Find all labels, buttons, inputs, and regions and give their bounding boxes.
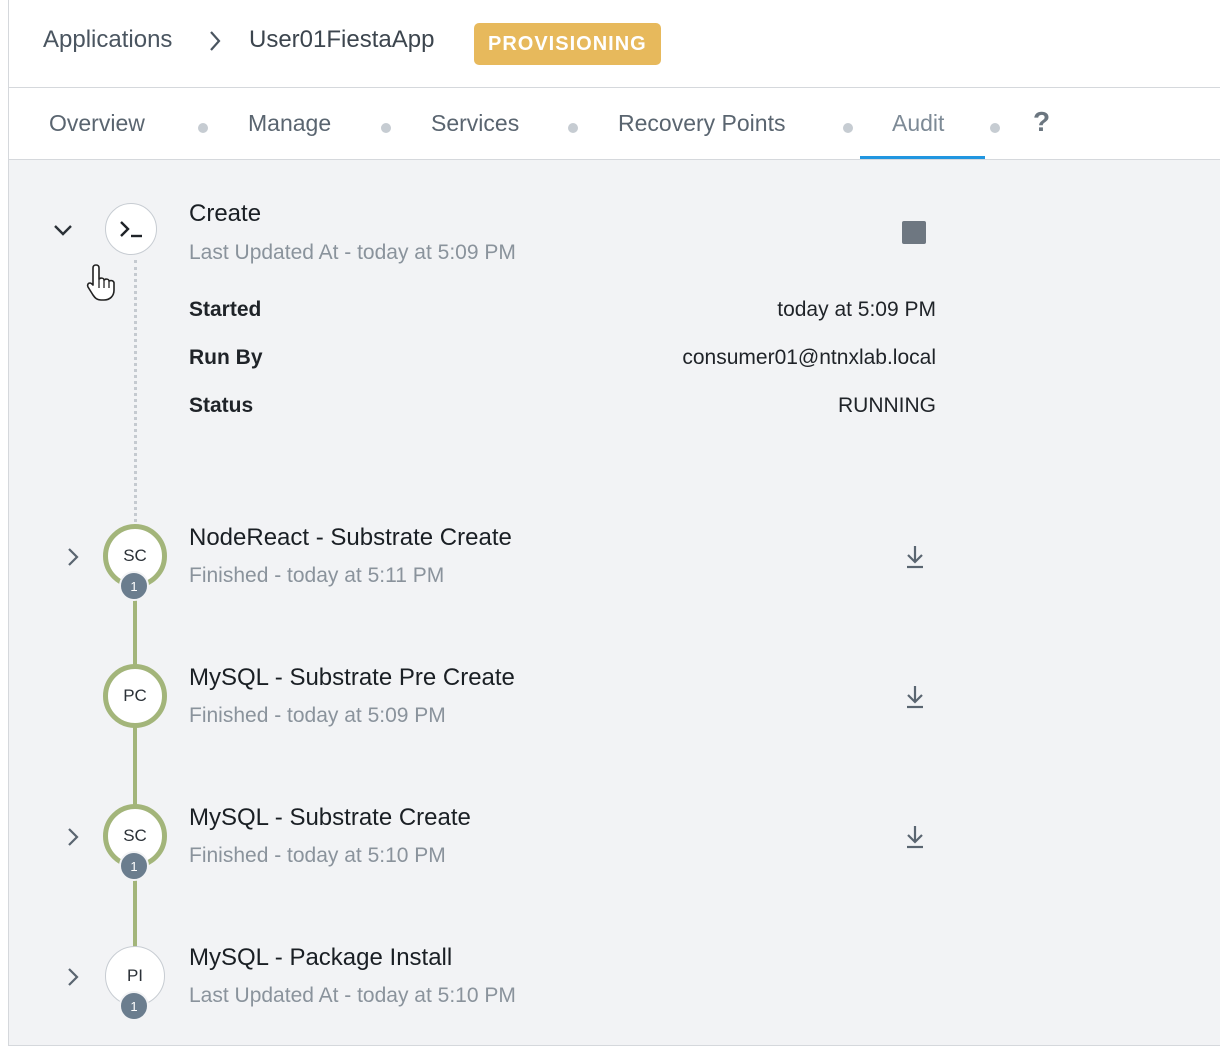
detail-value-status: RUNNING	[838, 394, 936, 417]
active-tab-indicator	[860, 156, 985, 159]
tab-recovery-points[interactable]: Recovery Points	[618, 110, 785, 137]
timeline-connector	[133, 720, 137, 810]
task-title[interactable]: MySQL - Substrate Pre Create	[189, 664, 515, 692]
timeline-connector-dotted	[134, 260, 137, 528]
tab-bar: Overview Manage Services Recovery Points…	[9, 88, 1220, 160]
run-count-badge: 1	[119, 851, 149, 881]
chevron-right-icon[interactable]	[61, 545, 85, 569]
download-icon[interactable]	[904, 544, 926, 570]
tab-separator-dot	[568, 123, 578, 133]
task-code: PC	[123, 686, 147, 705]
tab-separator-dot	[198, 123, 208, 133]
breadcrumb-app-name: User01FiestaApp	[249, 26, 435, 53]
audit-timeline: Create Last Updated At - today at 5:09 P…	[9, 160, 1220, 1045]
download-icon[interactable]	[904, 684, 926, 710]
chevron-right-icon	[210, 31, 221, 51]
run-count-badge: 1	[119, 991, 149, 1021]
tab-audit[interactable]: Audit	[892, 110, 944, 137]
stop-button[interactable]	[902, 221, 926, 244]
task-title[interactable]: NodeReact - Substrate Create	[189, 524, 512, 552]
detail-value-started: today at 5:09 PM	[777, 298, 936, 321]
detail-value-run-by: consumer01@ntnxlab.local	[682, 346, 936, 369]
task-code: SC	[123, 826, 147, 845]
task-title[interactable]: MySQL - Package Install	[189, 944, 452, 972]
detail-label-run-by: Run By	[189, 346, 263, 369]
tab-separator-dot	[990, 123, 1000, 133]
breadcrumb-applications[interactable]: Applications	[43, 26, 172, 54]
detail-label-status: Status	[189, 394, 254, 417]
timeline-connector	[133, 590, 137, 670]
tab-separator-dot	[381, 123, 391, 133]
action-title[interactable]: Create	[189, 200, 261, 228]
chevron-right-icon[interactable]	[61, 965, 85, 989]
tab-services[interactable]: Services	[431, 110, 519, 137]
task-subtitle: Finished - today at 5:10 PM	[189, 844, 446, 867]
header-bar: Applications User01FiestaApp PROVISIONIN…	[9, 0, 1220, 88]
task-subtitle: Finished - today at 5:11 PM	[189, 564, 445, 587]
tab-separator-dot	[843, 123, 853, 133]
task-subtitle: Last Updated At - today at 5:10 PM	[189, 984, 516, 1007]
app-frame: Applications User01FiestaApp PROVISIONIN…	[8, 0, 1220, 1046]
hand-pointer-cursor-icon	[86, 264, 115, 301]
task-node: PC	[103, 664, 167, 728]
task-subtitle: Finished - today at 5:09 PM	[189, 704, 446, 727]
chevron-right-icon[interactable]	[61, 825, 85, 849]
download-icon[interactable]	[904, 824, 926, 850]
tab-manage[interactable]: Manage	[248, 110, 331, 137]
chevron-down-icon[interactable]	[51, 218, 75, 242]
action-subtitle: Last Updated At - today at 5:09 PM	[189, 241, 516, 264]
tab-overview[interactable]: Overview	[49, 110, 145, 137]
detail-label-started: Started	[189, 298, 262, 321]
status-badge: PROVISIONING	[474, 23, 661, 65]
terminal-icon	[105, 203, 157, 255]
help-icon[interactable]: ?	[1033, 106, 1050, 138]
task-code: PI	[126, 966, 144, 985]
task-code: SC	[123, 546, 147, 565]
run-count-badge: 1	[119, 571, 149, 601]
task-title[interactable]: MySQL - Substrate Create	[189, 804, 471, 832]
